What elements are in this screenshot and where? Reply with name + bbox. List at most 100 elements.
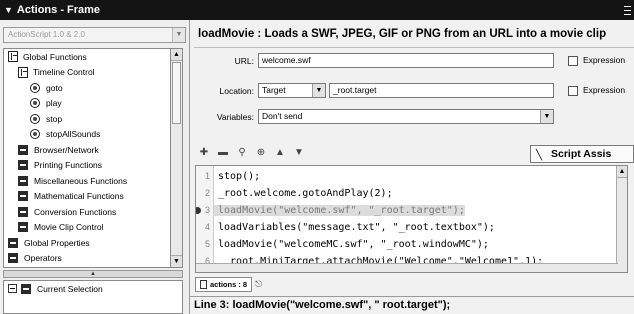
code-text: loadMovie("welcomeMC.swf", "_root.window… (218, 238, 489, 250)
tree-item-label: goto (46, 82, 63, 93)
action-icon (30, 113, 40, 124)
tree-item-browser-network[interactable]: Browser/Network (4, 142, 170, 158)
script-assist-button[interactable]: ╲ Script Assis (530, 145, 634, 163)
action-description-heading: loadMovie : Loads a SWF, JPEG, GIF or PN… (198, 28, 607, 40)
remove-action-icon[interactable]: ▬ (217, 147, 229, 159)
variables-select[interactable]: Don't send ▼ (258, 109, 554, 124)
tree-item-label: Conversion Functions (34, 206, 117, 217)
code-line-selected[interactable]: 3 loadMovie("welcome.swf", "_root.target… (196, 202, 616, 218)
tree-item-label: Printing Functions (34, 160, 103, 171)
editor-scrollbar[interactable]: ▲ (616, 166, 627, 272)
tree-item-label: Movie Clip Control (34, 222, 104, 233)
scroll-thumb[interactable] (172, 62, 181, 124)
tree-item-mathematical-functions[interactable]: Mathematical Functions (4, 189, 170, 205)
tree-item-label: stop (46, 113, 63, 124)
category-icon (8, 253, 18, 264)
script-pane: loadMovie : Loads a SWF, JPEG, GIF or PN… (190, 20, 634, 314)
category-icon (18, 160, 28, 171)
action-icon (30, 98, 40, 109)
collapse-arrow-icon[interactable]: ▼ (4, 5, 13, 15)
chevron-down-icon[interactable]: ▼ (312, 84, 325, 97)
tree-item-conversion-functions[interactable]: Conversion Functions (4, 204, 170, 220)
line-number: 5 (204, 239, 210, 249)
scroll-up-arrow-icon[interactable]: ▲ (617, 166, 627, 178)
code-editor[interactable]: 1 stop(); 2 _root.welcome.gotoAndPlay(2)… (195, 165, 628, 273)
location-type-select[interactable]: Target ▼ (258, 83, 326, 98)
tree-item-movie-clip-control[interactable]: Movie Clip Control (4, 220, 170, 236)
code-line[interactable]: 5 loadMovie("welcomeMC.swf", "_root.wind… (196, 236, 616, 252)
scroll-up-arrow-icon[interactable]: ▲ (171, 49, 182, 61)
tree-item-label: Timeline Control (33, 67, 95, 78)
current-selection-item[interactable]: Current Selection (4, 281, 182, 296)
tree-item-global-properties[interactable]: Global Properties (4, 235, 170, 251)
move-down-icon[interactable]: ▼ (293, 147, 305, 159)
code-line[interactable]: 4 loadVariables("message.txt", "_root.te… (196, 219, 616, 235)
category-icon (8, 237, 18, 248)
url-expression-label: Expression (583, 55, 626, 65)
panel-menu-icon[interactable] (624, 5, 631, 15)
tree-item-stopallsounds[interactable]: stopAllSounds (4, 127, 170, 143)
action-tree: Global Functions Timeline Control goto p… (3, 48, 171, 268)
collapse-minus-icon[interactable] (8, 284, 17, 293)
location-target-value: _root.target (333, 85, 377, 95)
tree-item-goto[interactable]: goto (4, 80, 170, 96)
add-action-icon[interactable]: ✚ (198, 147, 210, 159)
variables-value: Don't send (262, 111, 303, 121)
status-bar: Line 3: loadMovie("welcome.swf", " root.… (190, 296, 634, 314)
find-icon[interactable]: ⚲ (236, 147, 248, 159)
target-icon[interactable]: ⊕ (255, 147, 267, 159)
url-expression-checkbox[interactable] (568, 56, 578, 66)
code-line[interactable]: 2 _root.welcome.gotoAndPlay(2); (196, 185, 616, 201)
actions-toolbox: ActionScript 1.0 & 2.0 ▼ Global Function… (0, 20, 190, 314)
script-tabs: actions : 8 ⎋ (195, 276, 262, 292)
chevron-down-icon[interactable]: ▼ (540, 110, 553, 123)
location-target-field[interactable]: _root.target (329, 83, 554, 98)
pane-splitter[interactable]: ▲ (3, 270, 183, 278)
tree-item-stop[interactable]: stop (4, 111, 170, 127)
category-icon (18, 175, 28, 186)
category-icon (18, 144, 28, 155)
line-number: 2 (204, 188, 210, 198)
tree-item-label: Browser/Network (34, 144, 99, 155)
code-text: stop(); (218, 170, 261, 182)
tree-item-label: Global Properties (24, 237, 90, 248)
code-text: _root.welcome.gotoAndPlay(2); (218, 187, 393, 199)
book-icon (8, 51, 18, 63)
tree-scrollbar[interactable]: ▲ ▼ (171, 48, 183, 268)
script-navigator: Current Selection (3, 280, 183, 314)
tree-item-label: Global Functions (23, 51, 87, 62)
tab-label: actions : 8 (210, 279, 248, 289)
script-toolbar: ✚ ▬ ⚲ ⊕ ▲ ▼ (198, 147, 305, 159)
tree-item-label: Operators (24, 253, 62, 264)
scroll-down-arrow-icon[interactable]: ▼ (171, 255, 182, 267)
location-expression-label: Expression (583, 85, 626, 95)
actionscript-version-label: ActionScript 1.0 & 2.0 (8, 30, 85, 39)
tab-actions[interactable]: actions : 8 (195, 276, 253, 292)
location-expression-checkbox[interactable] (568, 86, 578, 96)
line-number: 1 (204, 171, 210, 181)
panel-title: Actions - Frame (16, 4, 101, 16)
variables-label: Variables: (216, 112, 254, 122)
panel-title-bar[interactable]: ▼ Actions - Frame (0, 0, 634, 20)
pin-icon[interactable]: ⎋ (255, 279, 262, 290)
url-field[interactable]: welcome.swf (258, 53, 554, 68)
category-icon (18, 206, 28, 217)
editor-horizontal-scrollbar[interactable] (196, 263, 618, 272)
tree-item-operators[interactable]: Operators (4, 251, 170, 267)
actionscript-version-select[interactable]: ActionScript 1.0 & 2.0 ▼ (3, 27, 186, 43)
tree-item-label: stopAllSounds (46, 129, 101, 140)
tree-item-label: Mathematical Functions (34, 191, 124, 202)
tree-item-global-functions[interactable]: Global Functions (4, 49, 170, 65)
current-selection-label: Current Selection (37, 283, 103, 294)
tree-item-timeline-control[interactable]: Timeline Control (4, 65, 170, 81)
chevron-down-icon[interactable]: ▼ (172, 28, 185, 42)
tree-item-printing-functions[interactable]: Printing Functions (4, 158, 170, 174)
tree-item-label: play (46, 98, 62, 109)
tree-item-label: Miscellaneous Functions (34, 175, 128, 186)
tree-item-play[interactable]: play (4, 96, 170, 112)
tree-item-miscellaneous-functions[interactable]: Miscellaneous Functions (4, 173, 170, 189)
location-label: Location: (219, 86, 255, 96)
code-line[interactable]: 1 stop(); (196, 168, 616, 184)
move-up-icon[interactable]: ▲ (274, 147, 286, 159)
wand-icon: ╲ (536, 150, 543, 161)
